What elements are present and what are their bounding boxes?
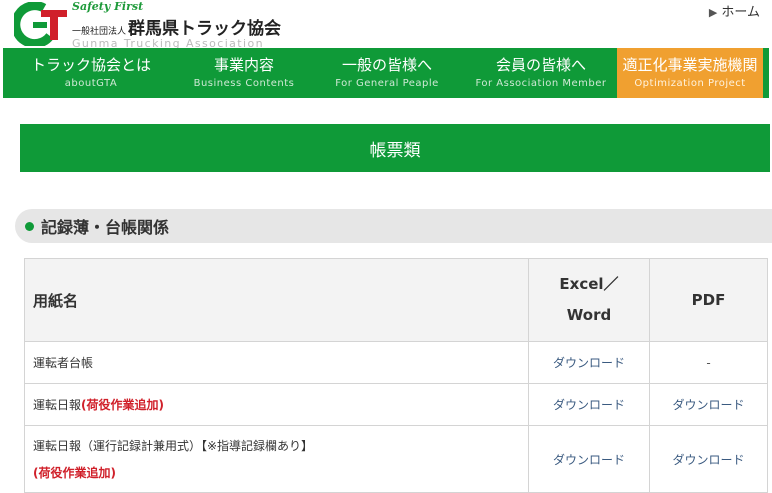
- nav-item-label: 一般の皆様へ: [341, 56, 432, 74]
- column-header-excel-line2: Word: [566, 306, 612, 324]
- nav-item-label: トラック協会とは: [30, 56, 151, 74]
- excel-download-link[interactable]: ダウンロード: [528, 383, 650, 426]
- main-nav: トラック協会とは aboutGTA 事業内容 Business Contents…: [3, 48, 769, 98]
- nav-item-sub: aboutGTA: [64, 78, 118, 89]
- nav-item-sub: Optimization Project: [634, 78, 746, 89]
- nav-item-general[interactable]: 一般の皆様へ For General Peaple: [309, 48, 465, 98]
- row-name-text: 運転日報（運行記録計兼用式）【※指導記録欄あり】: [33, 439, 314, 453]
- row-name-text: 運転日報: [33, 398, 82, 412]
- pdf-download-link[interactable]: ダウンロード: [649, 383, 768, 426]
- row-name: 運転日報（運行記録計兼用式）【※指導記録欄あり】 (荷役作業追加): [24, 425, 529, 493]
- row-name: 運転者台帳: [24, 341, 529, 384]
- org-prefix: 一般社団法人: [72, 27, 127, 37]
- table-row: 運転者台帳 ダウンロード -: [24, 341, 768, 384]
- nav-item-label: 会員の皆様へ: [495, 56, 586, 74]
- pdf-download-link[interactable]: ダウンロード: [649, 425, 768, 493]
- nav-item-label: 事業内容: [213, 56, 274, 74]
- table-row: 運転日報（運行記録計兼用式）【※指導記録欄あり】 (荷役作業追加) ダウンロード …: [24, 425, 768, 493]
- org-name[interactable]: 一般社団法人 群馬県トラック協会: [72, 14, 281, 39]
- bullet-dot-icon: [25, 221, 34, 231]
- gta-logo-icon[interactable]: [14, 2, 70, 46]
- column-header-pdf: PDF: [649, 258, 768, 342]
- nav-item-sub: For Association Member: [475, 78, 607, 89]
- triangle-right-icon: ▶: [708, 6, 718, 19]
- nav-item-business[interactable]: 事業内容 Business Contents: [179, 48, 309, 98]
- column-header-excel: Excel／ Word: [528, 258, 650, 342]
- page-title: 帳票類: [20, 124, 770, 172]
- table-header-row: 用紙名 Excel／ Word PDF: [24, 258, 768, 342]
- home-link-label: ホーム: [721, 5, 760, 20]
- section-heading-text: 記録薄・台帳関係: [41, 218, 170, 237]
- forms-table: 用紙名 Excel／ Word PDF 運転者台帳 ダウンロード - 運転日報(…: [24, 258, 768, 493]
- table-row: 運転日報(荷役作業追加) ダウンロード ダウンロード: [24, 383, 768, 426]
- pdf-unavailable: -: [649, 341, 768, 384]
- nav-item-optimization[interactable]: 適正化事業実施機関 Optimization Project: [617, 48, 763, 98]
- section-heading: 記録薄・台帳関係: [15, 209, 772, 243]
- column-header-name: 用紙名: [24, 258, 529, 342]
- site-header: Safety First 一般社団法人 群馬県トラック協会 Gunma Truck…: [0, 0, 772, 50]
- nav-item-label: 適正化事業実施機関: [622, 56, 758, 74]
- column-header-excel-line1: Excel／: [559, 275, 619, 293]
- nav-item-sub: Business Contents: [193, 78, 295, 89]
- excel-download-link[interactable]: ダウンロード: [528, 341, 650, 384]
- org-name-text: 群馬県トラック協会: [128, 19, 282, 39]
- nav-item-member[interactable]: 会員の皆様へ For Association Member: [465, 48, 617, 98]
- tagline: Safety First: [72, 0, 144, 13]
- nav-item-sub: For General Peaple: [335, 78, 439, 89]
- excel-download-link[interactable]: ダウンロード: [528, 425, 650, 493]
- home-link[interactable]: ▶ ホーム: [709, 1, 760, 20]
- row-note: (荷役作業追加): [33, 466, 116, 480]
- row-name-text: 運転者台帳: [33, 356, 94, 370]
- nav-item-about[interactable]: トラック協会とは aboutGTA: [3, 48, 179, 98]
- row-name: 運転日報(荷役作業追加): [24, 383, 529, 426]
- row-note: (荷役作業追加): [81, 398, 164, 412]
